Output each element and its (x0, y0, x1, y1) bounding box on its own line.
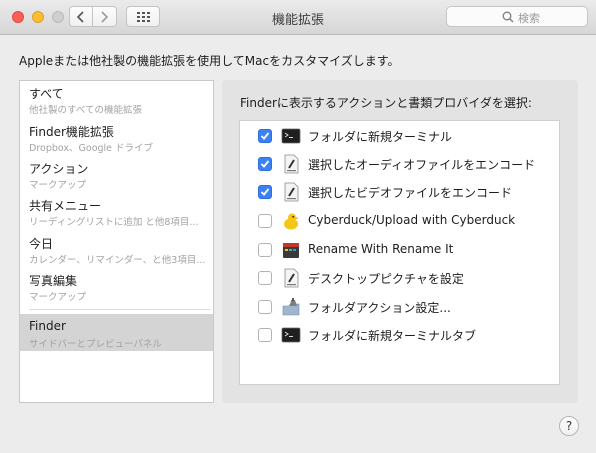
panel-title: Finderに表示するアクションと書類プロバイダを選択: (240, 96, 532, 110)
extension-detail-panel: Finderに表示するアクションと書類プロバイダを選択: フォルダに新規ターミナ… (222, 80, 578, 403)
script-icon (284, 268, 299, 288)
action-checkbox[interactable] (258, 129, 272, 143)
terminal-icon (281, 128, 301, 144)
category-divider (29, 309, 211, 310)
description-text: Appleまたは他社製の機能拡張を使用してMacをカスタマイズします。 (19, 54, 400, 68)
category-sublabel: サイドバーとプレビューパネル (29, 339, 162, 350)
action-row[interactable]: Rename With Rename It (240, 237, 559, 263)
action-checkbox[interactable] (258, 243, 272, 257)
action-checkbox[interactable] (258, 328, 272, 342)
rename-it-icon (283, 243, 299, 258)
search-placeholder: 検索 (518, 12, 540, 25)
category-sublabel: リーディングリストに追加 と他8項目... (29, 217, 199, 228)
category-label: 今日 (29, 237, 54, 251)
action-row[interactable]: フォルダに新規ターミナルタブ (240, 322, 559, 348)
category-sublabel: カレンダー、リマインダー、と他3項目... (29, 255, 206, 266)
category-item-actions[interactable]: アクション マークアップ (20, 160, 213, 196)
action-row[interactable]: デスクトップピクチャを設定 (240, 265, 559, 291)
script-icon (284, 154, 299, 174)
action-label: 選択したビデオファイルをエンコード (308, 186, 513, 200)
category-sublabel: マークアップ (29, 292, 87, 303)
category-label: Finder機能拡張 (29, 125, 114, 139)
action-row[interactable]: フォルダアクション設定... (240, 294, 559, 320)
category-label: 写真編集 (29, 274, 78, 288)
cyberduck-icon (284, 213, 299, 230)
category-label: 共有メニュー (29, 199, 102, 213)
category-label: すべて (29, 87, 64, 101)
search-field[interactable]: 検索 (446, 6, 588, 27)
category-sublabel: 他社製のすべての機能拡張 (29, 105, 142, 116)
category-sublabel: マークアップ (29, 180, 87, 191)
action-checkbox[interactable] (258, 300, 272, 314)
preferences-window: 機能拡張 検索 Appleまたは他社製の機能拡張を使用してMacをカスタマイズし… (0, 0, 596, 453)
action-label: Rename With Rename It (308, 242, 454, 256)
extension-category-list: すべて 他社製のすべての機能拡張 Finder機能拡張 Dropbox、Goog… (19, 80, 214, 403)
action-label: Cyberduck/Upload with Cyberduck (308, 213, 516, 227)
search-icon (502, 11, 514, 23)
category-item-today[interactable]: 今日 カレンダー、リマインダー、と他3項目... (20, 235, 213, 271)
action-row[interactable]: フォルダに新規ターミナル (240, 123, 559, 149)
category-item-finder-extensions[interactable]: Finder機能拡張 Dropbox、Google ドライブ (20, 123, 213, 159)
category-item-finder[interactable]: Finder サイドバーとプレビューパネル (20, 314, 213, 351)
action-row[interactable]: 選択したビデオファイルをエンコード (240, 179, 559, 205)
action-label: フォルダに新規ターミナルタブ (308, 329, 477, 343)
category-item-all[interactable]: すべて 他社製のすべての機能拡張 (20, 85, 213, 121)
category-item-share-menu[interactable]: 共有メニュー リーディングリストに追加 と他8項目... (20, 197, 213, 233)
terminal-icon (281, 327, 301, 343)
action-checkbox[interactable] (258, 185, 272, 199)
checkmark-icon (260, 132, 270, 140)
action-label: フォルダアクション設定... (308, 301, 451, 315)
category-label: Finder (29, 319, 66, 333)
action-label: フォルダに新規ターミナル (308, 130, 453, 144)
action-checkbox[interactable] (258, 214, 272, 228)
action-label: 選択したオーディオファイルをエンコード (308, 158, 536, 172)
category-label: アクション (29, 162, 89, 176)
help-button[interactable]: ? (559, 416, 579, 436)
action-checkbox[interactable] (258, 157, 272, 171)
checkmark-icon (260, 160, 270, 168)
folder-actions-icon (282, 298, 300, 316)
action-row[interactable]: 選択したオーディオファイルをエンコード (240, 151, 559, 177)
title-bar: 機能拡張 検索 (0, 0, 596, 35)
finder-action-list: フォルダに新規ターミナル 選択したオーディオファイルをエンコード 選択したビデオ… (239, 120, 560, 385)
checkmark-icon (260, 188, 270, 196)
category-item-photos-editing[interactable]: 写真編集 マークアップ (20, 272, 213, 308)
action-label: デスクトップピクチャを設定 (308, 272, 464, 286)
action-row[interactable]: Cyberduck/Upload with Cyberduck (240, 208, 559, 234)
category-sublabel: Dropbox、Google ドライブ (29, 143, 154, 154)
action-checkbox[interactable] (258, 271, 272, 285)
script-icon (284, 182, 299, 202)
